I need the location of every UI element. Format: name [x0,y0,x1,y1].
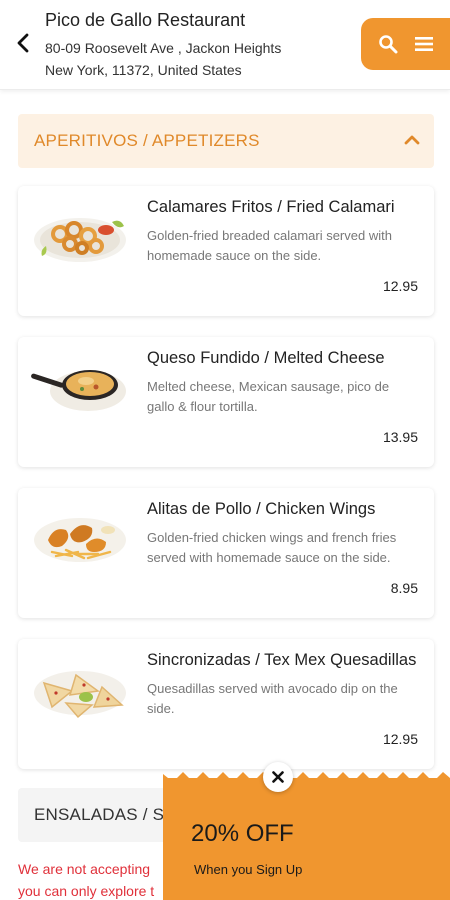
notice-line-1: We are not accepting [18,861,151,877]
chicken-wings-image [34,518,126,562]
item-description: Golden-fried breaded calamari served wit… [147,228,392,263]
item-price: 12.95 [382,731,418,747]
hamburger-menu-icon [415,37,433,51]
item-description: Quesadillas served with avocado dip on t… [147,681,398,716]
item-name: Queso Fundido / Melted Cheese [147,349,385,367]
chevron-up-icon [404,135,420,145]
address-line-1: 80-09 Roosevelt Ave , Jackon Heights [45,40,282,56]
item-name: Calamares Fritos / Fried Calamari [147,198,395,216]
calamari-image [34,218,126,262]
app-header: Pico de Gallo Restaurant 80-09 Roosevelt… [0,0,450,90]
quesadillas-image [34,671,126,719]
menu-item-card[interactable]: Alitas de Pollo / Chicken Wings Golden-f… [18,488,434,618]
item-description: Melted cheese, Mexican sausage, pico de … [147,379,390,414]
melted-cheese-image [31,370,126,411]
item-description: Golden-fried chicken wings and french fr… [147,530,397,565]
item-price: 13.95 [382,429,418,445]
close-icon [272,771,284,783]
header-actions [361,18,450,70]
menu-button[interactable] [413,33,435,55]
notice-line-2: you can only explore t [18,883,155,899]
promo-body: 20% OFF When you Sign Up [163,778,450,900]
item-name: Alitas de Pollo / Chicken Wings [147,500,376,518]
section-header-appetizers[interactable]: APERITIVOS / APPETIZERS [18,114,434,168]
section-title: ENSALADAS / SA [34,805,176,824]
menu-item-card[interactable]: Calamares Fritos / Fried Calamari Golden… [18,186,434,316]
menu-item-card[interactable]: Sincronizadas / Tex Mex Quesadillas Ques… [18,639,434,769]
back-button[interactable] [10,28,36,58]
promo-title: 20% OFF [191,820,294,847]
item-name: Sincronizadas / Tex Mex Quesadillas [147,651,417,669]
signup-promo-banner[interactable]: 20% OFF When you Sign Up [163,762,450,900]
item-price: 8.95 [390,580,418,596]
menu-item-card[interactable]: Queso Fundido / Melted Cheese Melted che… [18,337,434,467]
search-button[interactable] [377,33,399,55]
ordering-notice: We are not accepting you can only explor… [18,858,154,900]
restaurant-name: Pico de Gallo Restaurant [45,10,246,30]
chevron-left-icon [17,33,29,53]
promo-close-button[interactable] [263,762,293,792]
item-price: 12.95 [382,278,418,294]
promo-subtitle: When you Sign Up [194,862,303,877]
search-icon [379,35,398,54]
collapse-toggle[interactable] [402,130,422,150]
section-title: APERITIVOS / APPETIZERS [34,131,260,150]
address-line-2: New York, 11372, United States [45,62,242,78]
